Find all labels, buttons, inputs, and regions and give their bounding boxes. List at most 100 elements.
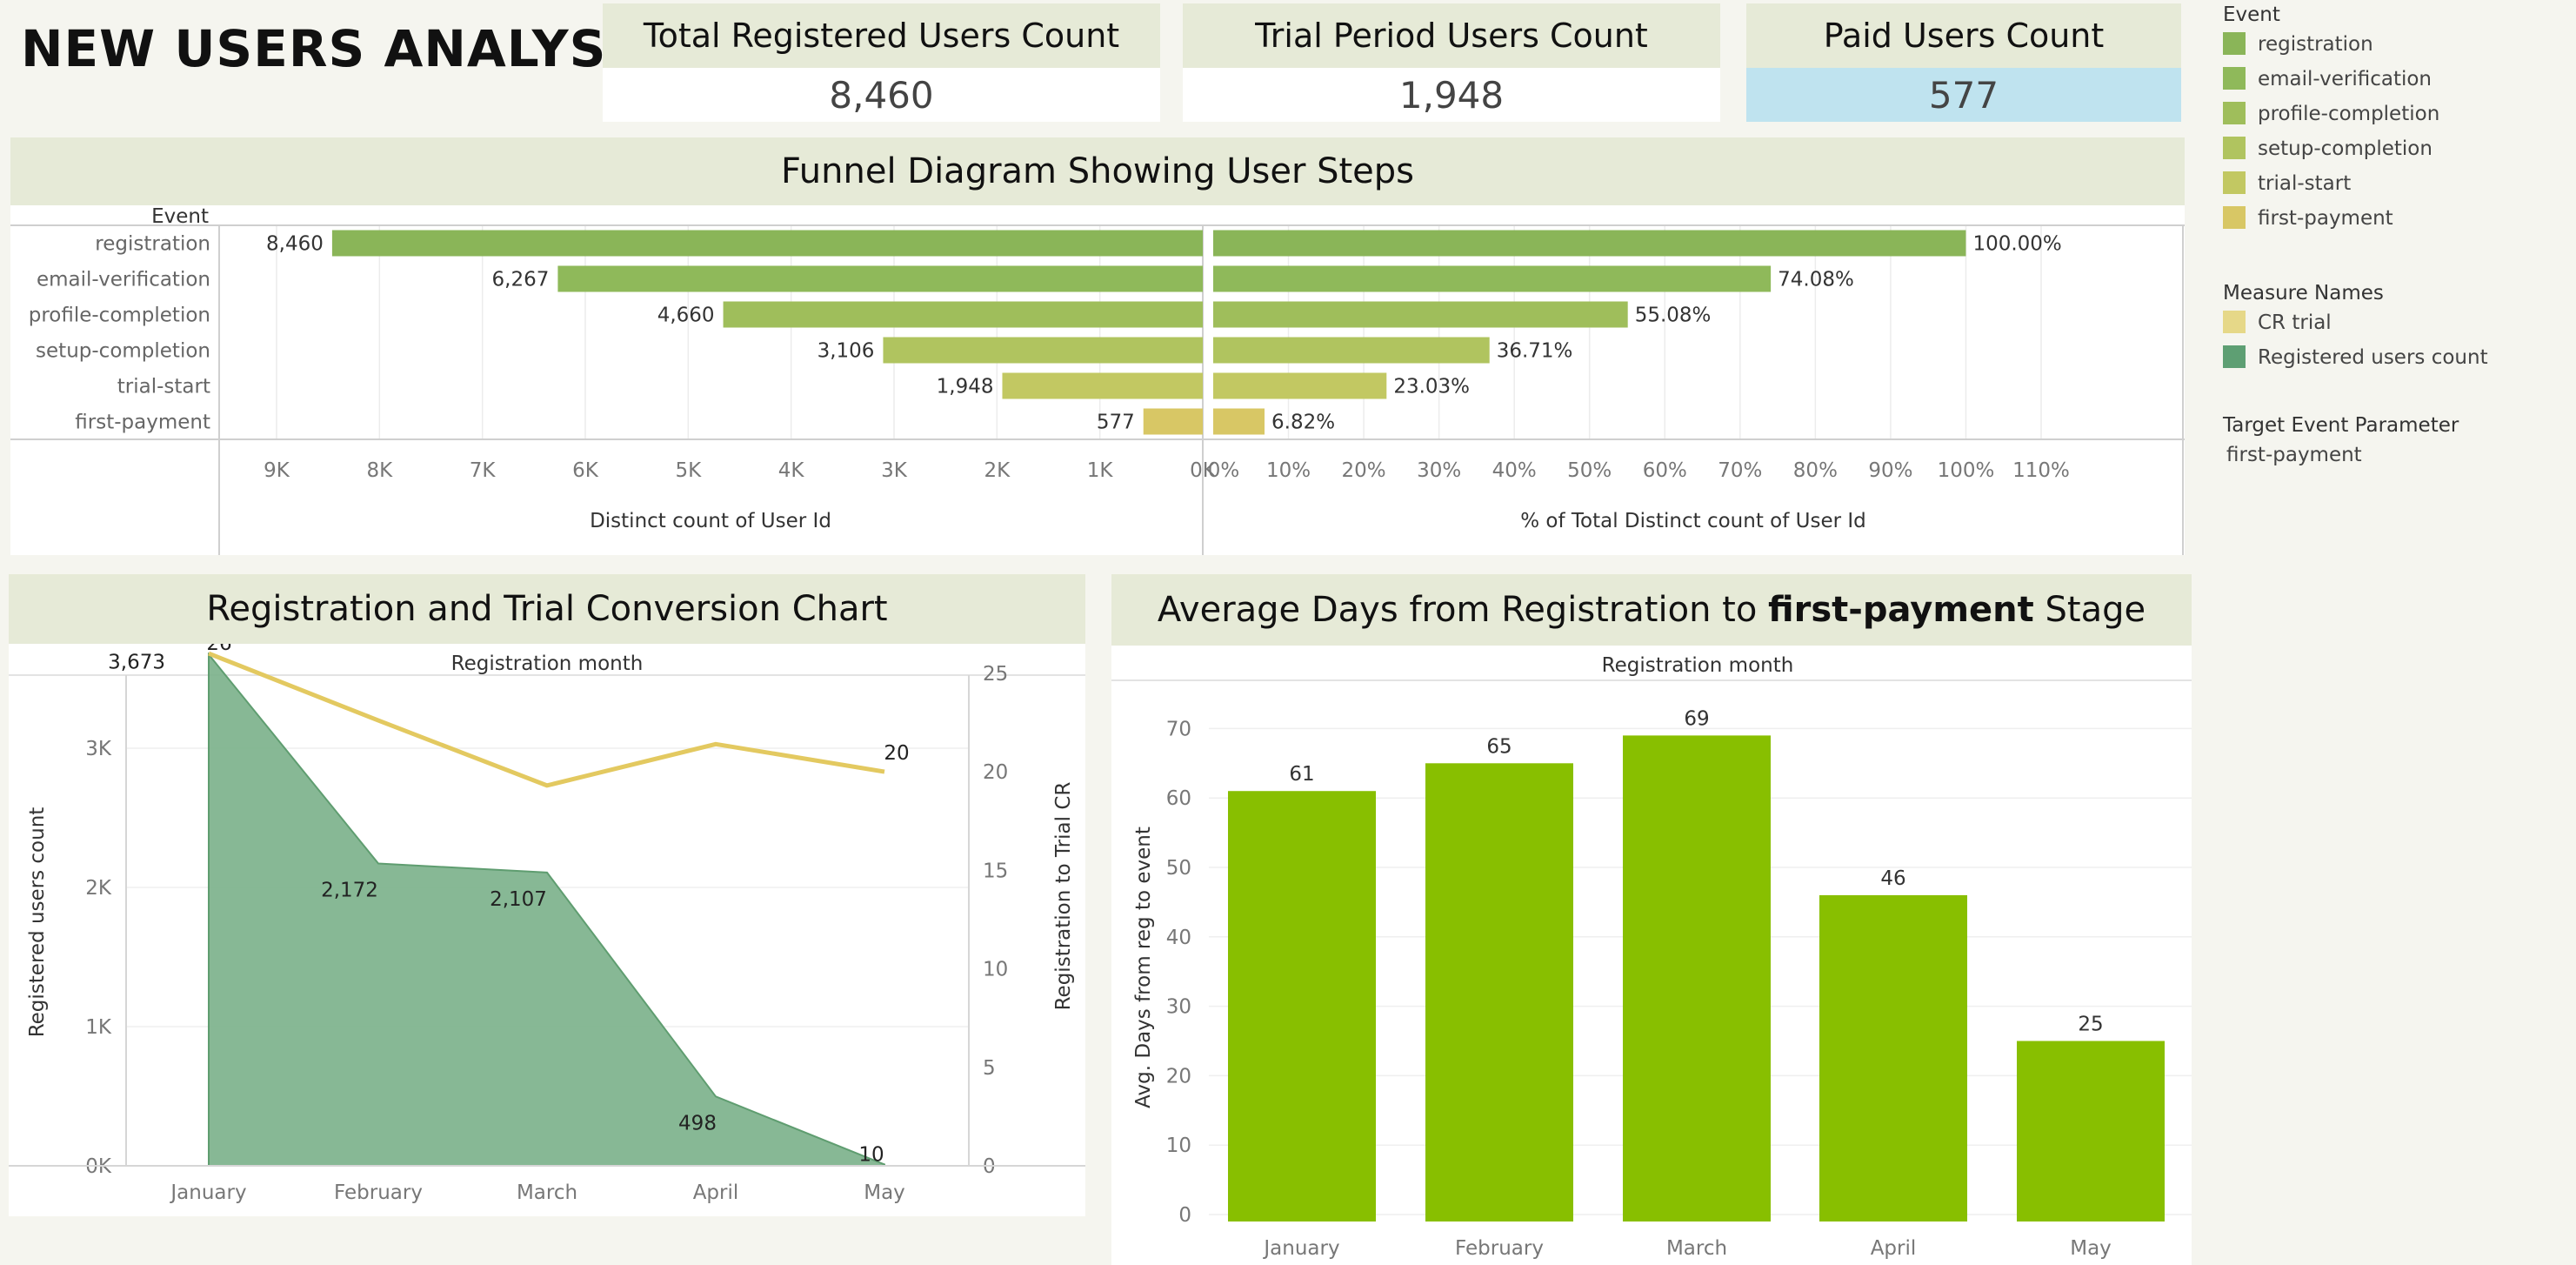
- days-x-label: March: [1666, 1237, 1727, 1260]
- funnel-category-label: registration: [95, 233, 210, 256]
- legend-event-label: registration: [2258, 33, 2373, 56]
- funnel-bar-left: [883, 337, 1203, 364]
- days-bar: [1425, 763, 1573, 1221]
- conversion-area-label: 498: [678, 1112, 717, 1134]
- kpi-registered-value: 8,460: [829, 74, 934, 117]
- funnel-tick-right: 10%: [1266, 459, 1311, 482]
- legend-event-item[interactable]: trial-start: [2223, 171, 2562, 205]
- funnel-tick-right: 80%: [1793, 459, 1838, 482]
- funnel-bar-right: [1213, 408, 1265, 435]
- days-title: Average Days from Registration to first-…: [1111, 574, 2192, 646]
- conversion-tick-left: 1K: [85, 1016, 112, 1039]
- funnel-chart: Event9K 8K 7K 6K 5K 4K 3K 2K 1K 0K0% 10% 20% 30% 40% 5…: [10, 205, 2185, 555]
- legend-event-swatch: [2223, 66, 2246, 90]
- conversion-tick-right: 5: [983, 1057, 996, 1080]
- funnel-value-label: 3,106: [818, 340, 875, 363]
- conversion-title: Registration and Trial Conversion Chart: [9, 574, 1085, 644]
- days-tick: 60: [1166, 787, 1191, 810]
- legend-measure-item[interactable]: CR trial: [2223, 310, 2562, 345]
- legend-event-item[interactable]: registration: [2223, 31, 2562, 66]
- days-bar: [1819, 894, 1967, 1221]
- conversion-x-label: February: [334, 1181, 423, 1204]
- funnel-tick-right: 60%: [1643, 459, 1687, 482]
- conversion-area-label: 2,107: [490, 888, 547, 911]
- days-chart: Registration month 0 10 20 30 40 50 60 70 61 65 69 4…: [1111, 654, 2192, 1260]
- days-bar-label: 61: [1289, 763, 1314, 786]
- parameter-value[interactable]: first-payment: [2226, 442, 2562, 477]
- days-bar-label: 69: [1684, 707, 1709, 730]
- legend-event-item[interactable]: setup-completion: [2223, 136, 2562, 171]
- legend-event-label: setup-completion: [2258, 137, 2433, 160]
- funnel-bar-left: [723, 301, 1203, 328]
- conversion-x-label: April: [693, 1181, 739, 1204]
- legend-event-swatch: [2223, 101, 2246, 124]
- conversion-cr-label: 26: [206, 644, 231, 655]
- kpi-paid-card: Paid Users Count 577: [1746, 3, 2181, 122]
- conversion-panel: Registration and Trial Conversion Chart …: [9, 574, 1085, 1216]
- funnel-tick-right: 50%: [1567, 459, 1612, 482]
- funnel-tick-left: 7K: [470, 459, 497, 482]
- legend-event-item[interactable]: email-verification: [2223, 66, 2562, 101]
- legend-event-label: trial-start: [2258, 172, 2352, 195]
- funnel-tick-left: 5K: [675, 459, 702, 482]
- funnel-value-label: 577: [1097, 412, 1135, 434]
- conversion-tick-right: 15: [983, 860, 1008, 882]
- days-tick: 10: [1166, 1134, 1191, 1157]
- legend-event-list: registration email-verification profile-co…: [2223, 31, 2562, 240]
- funnel-tick-left: 8K: [366, 459, 393, 482]
- legend-event-swatch: [2223, 31, 2246, 55]
- funnel-value-label: 1,948: [937, 376, 994, 398]
- funnel-tick-left: 1K: [1087, 459, 1114, 482]
- funnel-bar-right: [1213, 230, 1966, 257]
- conversion-tick-left: 3K: [85, 738, 112, 760]
- legend-event-swatch: [2223, 171, 2246, 194]
- funnel-title: Funnel Diagram Showing User Steps: [10, 137, 2185, 205]
- funnel-tick-right: 30%: [1417, 459, 1461, 482]
- funnel-tick-right: 110%: [2012, 459, 2070, 482]
- legend-measure-title: Measure Names: [2223, 282, 2384, 305]
- funnel-tick-left: 6K: [572, 459, 599, 482]
- funnel-tick-left: 2K: [984, 459, 1011, 482]
- conversion-area-label: 2,172: [321, 879, 378, 901]
- days-tick: 50: [1166, 857, 1191, 880]
- funnel-percent-label: 74.08%: [1778, 269, 1854, 291]
- funnel-bar-right: [1213, 372, 1387, 399]
- kpi-registered-label: Total Registered Users Count: [603, 3, 1160, 68]
- conversion-area-label: 3,673: [108, 651, 165, 673]
- legend-event-swatch: [2223, 136, 2246, 159]
- funnel-percent-label: 36.71%: [1497, 340, 1573, 363]
- legend-event-swatch: [2223, 205, 2246, 229]
- days-x-label: April: [1871, 1237, 1917, 1260]
- legend-measure-item[interactable]: Registered users count: [2223, 345, 2562, 379]
- funnel-category-label: setup-completion: [36, 340, 210, 363]
- dashboard-title: NEW USERS ANALYSIS: [21, 19, 664, 78]
- days-month-header: Registration month: [1602, 654, 1794, 677]
- days-bar: [1623, 735, 1771, 1221]
- funnel-percent-label: 100.00%: [1972, 233, 2061, 256]
- legend-event-title: Event: [2223, 3, 2280, 26]
- days-tick: 30: [1166, 996, 1191, 1019]
- funnel-tick-right: 70%: [1718, 459, 1762, 482]
- legend-event-item[interactable]: profile-completion: [2223, 101, 2562, 136]
- conversion-tick-right: 20: [983, 761, 1008, 784]
- funnel-bar-right: [1213, 301, 1628, 328]
- funnel-bar-right: [1213, 265, 1772, 292]
- funnel-panel: Funnel Diagram Showing User Steps Event 9…: [10, 137, 2185, 555]
- funnel-value-label: 8,460: [266, 233, 324, 256]
- kpi-trial-value: 1,948: [1398, 74, 1505, 117]
- days-tick: 20: [1166, 1065, 1191, 1088]
- days-tick: 40: [1166, 927, 1191, 949]
- funnel-tick-right: 0%: [1208, 459, 1240, 482]
- days-title-prefix: Average Days from Registration to: [1157, 590, 1768, 630]
- days-tick: 0: [1178, 1204, 1191, 1227]
- legend-event-label: email-verification: [2258, 68, 2433, 90]
- days-y-title: Avg. Days from reg to event: [1132, 827, 1155, 1108]
- days-bar: [1228, 791, 1376, 1221]
- legend-measure-label: CR trial: [2258, 311, 2332, 334]
- legend-event-item[interactable]: first-payment: [2223, 205, 2562, 240]
- conversion-x-label: January: [169, 1181, 246, 1204]
- funnel-category-label: email-verification: [37, 269, 210, 291]
- legend-panel: Event registration email-verification prof…: [2223, 3, 2562, 477]
- days-x-label: May: [2070, 1237, 2112, 1260]
- funnel-value-label: 6,267: [492, 269, 550, 291]
